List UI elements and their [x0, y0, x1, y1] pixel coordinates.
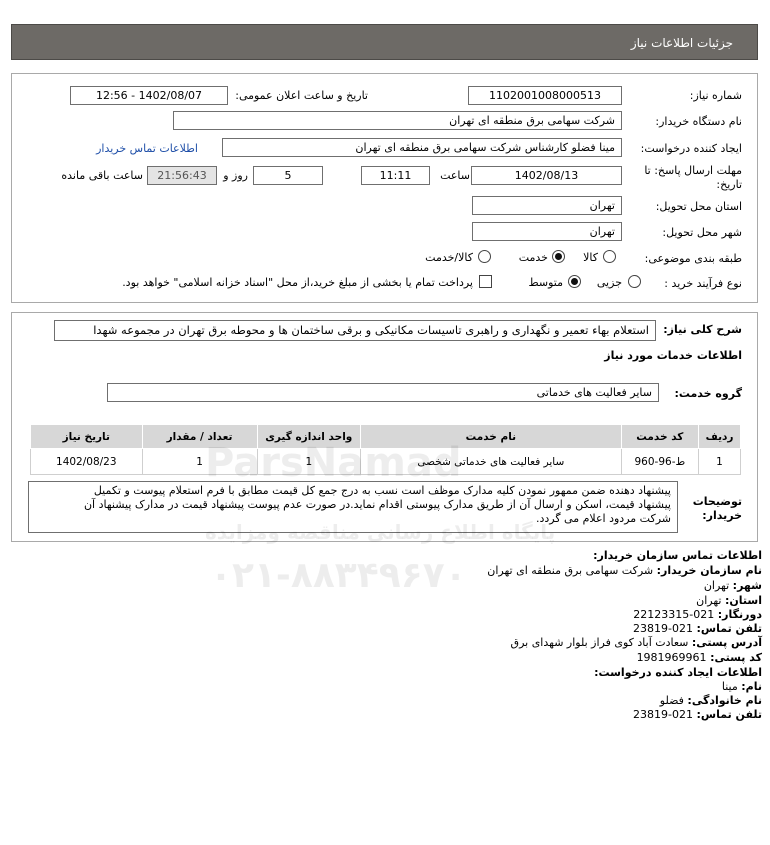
contact-fax: دورنگار: 021-22123315: [633, 608, 762, 621]
buyer-notes-box: پیشنهاد دهنده ضمن ممهور نمودن کلیه مدارک…: [28, 481, 678, 533]
cell-date: 1402/08/23: [30, 448, 143, 475]
page-title: جزئیات اطلاعات نیاز: [630, 36, 733, 50]
cell-code: ط-96-960: [620, 448, 700, 475]
days-field: 5: [253, 166, 323, 185]
contact-city: شهر: تهران: [703, 579, 762, 592]
remaining-label: ساعت باقی مانده: [61, 169, 143, 182]
buyer-notes-label-1: توضیحات: [692, 495, 742, 508]
category-goods-radio[interactable]: [603, 250, 616, 263]
deadline-label-1: مهلت ارسال پاسخ: تا: [644, 164, 742, 177]
city-field: تهران: [472, 222, 622, 241]
province-field: تهران: [472, 196, 622, 215]
time-label: ساعت: [440, 169, 470, 182]
need-number-field: 1102001008000513: [468, 86, 622, 105]
contact-postal: کد پستی: 1981969961: [636, 651, 762, 664]
cell-name: سایر فعالیت های خدماتی شخصی: [360, 448, 622, 475]
cell-unit: 1: [256, 448, 362, 475]
buyer-contact-link[interactable]: اطلاعات تماس خریدار: [96, 142, 198, 155]
category-goods-label: کالا: [583, 251, 598, 264]
contact-phone: تلفن تماس: 021-23819: [633, 622, 762, 635]
category-both-radio[interactable]: [478, 250, 491, 263]
services-title: اطلاعات خدمات مورد نیاز: [604, 349, 742, 362]
contact-address: آدرس پستی: سعادت آباد کوی فراز بلوار شهد…: [510, 636, 762, 649]
deadline-label-2: تاریخ:: [716, 178, 742, 191]
creator-family: نام خانوادگی: فضلو: [659, 694, 762, 707]
creator-field: مینا فضلو کارشناس شرکت سهامی برق منطقه ا…: [222, 138, 622, 157]
need-number-label: شماره نیاز:: [689, 89, 742, 102]
buyer-notes-line: پیشنهاد دهنده ضمن ممهور نمودن کلیه مدارک…: [93, 484, 671, 497]
col-unit-header: واحد اندازه گیری: [256, 424, 362, 449]
need-info-panel: [11, 73, 758, 303]
buyer-org-field: شرکت سهامی برق منطقه ای تهران: [173, 111, 622, 130]
services-table: ردیف کد خدمت نام خدمت واحد اندازه گیری ت…: [30, 424, 741, 475]
process-partial-radio[interactable]: [628, 275, 641, 288]
buyer-notes-label-2: خریدار:: [702, 509, 742, 522]
watermark-phone: ۰۲۱-۸۸۳۴۹۶۷۰: [210, 555, 467, 596]
creator-name: نام: مینا: [721, 680, 762, 693]
services-table-header: ردیف کد خدمت نام خدمت واحد اندازه گیری ت…: [30, 424, 741, 449]
category-service-radio[interactable]: [552, 250, 565, 263]
page-header: جزئیات اطلاعات نیاز: [11, 24, 758, 60]
deadline-time-field: 11:11: [361, 166, 430, 185]
service-group-field: سایر فعالیت های خدماتی: [107, 383, 659, 402]
col-row-header: ردیف: [698, 424, 741, 449]
province-label: استان محل تحویل:: [655, 200, 742, 213]
service-group-label: گروه خدمت:: [674, 387, 742, 400]
process-partial-label: جزیی: [596, 276, 622, 289]
treasury-checkbox[interactable]: [479, 275, 492, 288]
deadline-date-field: 1402/08/13: [471, 166, 622, 185]
buyer-notes-line: شرکت مردود اعلام می گردد.: [535, 512, 671, 525]
buyer-notes-line: پیشنهاد قیمت، اسکن و ارسال آن از طریق مد…: [83, 498, 671, 511]
city-label: شهر محل تحویل:: [662, 226, 742, 239]
process-label: نوع فرآیند خرید :: [664, 277, 742, 290]
treasury-note: پرداخت تمام یا بخشی از مبلغ خرید،از محل …: [122, 276, 473, 289]
contact-org: نام سازمان خریدار: شرکت سهامی برق منطقه …: [487, 564, 762, 577]
summary-field: استعلام بهاء تعمیر و نگهداری و راهبری تا…: [54, 320, 656, 341]
category-service-label: خدمت: [518, 251, 548, 264]
buyer-org-label: نام دستگاه خریدار:: [655, 115, 742, 128]
creator-title: اطلاعات ایجاد کننده درخواست:: [594, 666, 762, 679]
category-both-label: کالا/خدمت: [425, 251, 473, 264]
announce-field: 1402/08/07 - 12:56: [70, 86, 228, 105]
creator-label: ایجاد کننده درخواست:: [640, 142, 742, 155]
contact-title: اطلاعات تماس سازمان خریدار:: [593, 549, 762, 562]
announce-label: تاریخ و ساعت اعلان عمومی:: [235, 89, 368, 102]
col-qty-header: تعداد / مقدار: [141, 424, 258, 449]
table-row: 1 ط-96-960 سایر فعالیت های خدماتی شخصی 1…: [30, 448, 741, 475]
cell-qty: 1: [141, 448, 258, 475]
process-medium-radio[interactable]: [568, 275, 581, 288]
days-label: روز و: [223, 169, 248, 182]
process-medium-label: متوسط: [528, 276, 563, 289]
remaining-time-field: 21:56:43: [147, 166, 217, 185]
category-label: طبقه بندی موضوعی:: [644, 252, 742, 265]
col-code-header: کد خدمت: [620, 424, 700, 449]
col-name-header: نام خدمت: [360, 424, 622, 449]
creator-phone: تلفن تماس: 021-23819: [633, 708, 762, 721]
cell-row: 1: [698, 448, 741, 475]
contact-province: استان: تهران: [696, 594, 762, 607]
summary-label: شرح کلی نیاز:: [663, 323, 742, 336]
col-date-header: تاریخ نیاز: [30, 424, 143, 449]
